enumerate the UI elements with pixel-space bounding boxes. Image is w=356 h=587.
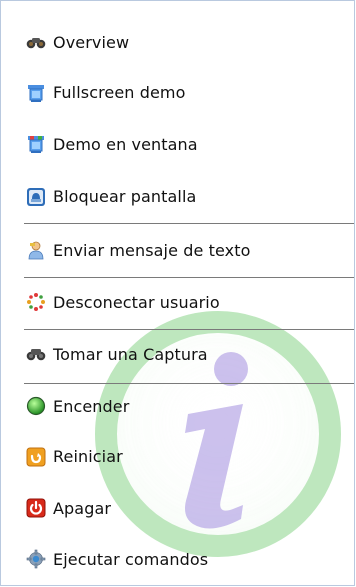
menu-item-label: Tomar una Captura (53, 344, 208, 364)
menu-item-label: Demo en ventana (53, 134, 198, 154)
menu-list: Overview Fullscreen demo Demo en ventana… (1, 17, 354, 584)
menu-item-tomar-captura[interactable]: Tomar una Captura (1, 327, 354, 381)
menu-item-fullscreen-demo[interactable]: Fullscreen demo (1, 67, 354, 118)
monitor-blue-icon (26, 83, 46, 103)
menu-item-label: Desconectar usuario (53, 292, 220, 312)
menu-item-demo-en-ventana[interactable]: Demo en ventana (1, 118, 354, 170)
menu-item-apagar[interactable]: Apagar (1, 482, 354, 534)
menu-item-desconectar-usuario[interactable]: Desconectar usuario (1, 277, 354, 327)
menu-item-ejecutar-comandos[interactable]: Ejecutar comandos (1, 534, 354, 584)
menu-item-label: Encender (53, 396, 130, 416)
menu-item-label: Fullscreen demo (53, 83, 186, 102)
menu-item-enviar-mensaje[interactable]: Enviar mensaje de texto (1, 223, 354, 277)
menu-item-label: Apagar (53, 498, 112, 518)
binoculars-icon (26, 32, 46, 52)
power-off-red-icon (26, 498, 46, 518)
menu-item-encender[interactable]: Encender (1, 381, 354, 431)
lock-screen-icon (26, 187, 46, 207)
gear-icon (26, 549, 46, 569)
menu-item-overview[interactable]: Overview (1, 17, 354, 67)
menu-item-label: Overview (53, 32, 130, 52)
menu-separator (24, 383, 354, 384)
menu-separator (24, 329, 354, 330)
camera-binoculars-icon (26, 344, 46, 364)
user-message-icon (26, 240, 46, 260)
menu-item-bloquear-pantalla[interactable]: Bloquear pantalla (1, 170, 354, 223)
restart-orange-icon (26, 447, 46, 467)
menu-item-label: Ejecutar comandos (53, 549, 209, 569)
menu-item-label: Reiniciar (53, 447, 123, 466)
context-menu-panel: Overview Fullscreen demo Demo en ventana… (0, 0, 355, 586)
menu-item-label: Bloquear pantalla (53, 187, 197, 206)
menu-separator (24, 277, 354, 278)
power-on-green-icon (26, 396, 46, 416)
menu-item-label: Enviar mensaje de texto (53, 240, 251, 260)
menu-item-reiniciar[interactable]: Reiniciar (1, 431, 354, 482)
disconnect-icon (26, 292, 46, 312)
menu-separator (24, 223, 354, 224)
monitor-color-icon (26, 134, 46, 154)
